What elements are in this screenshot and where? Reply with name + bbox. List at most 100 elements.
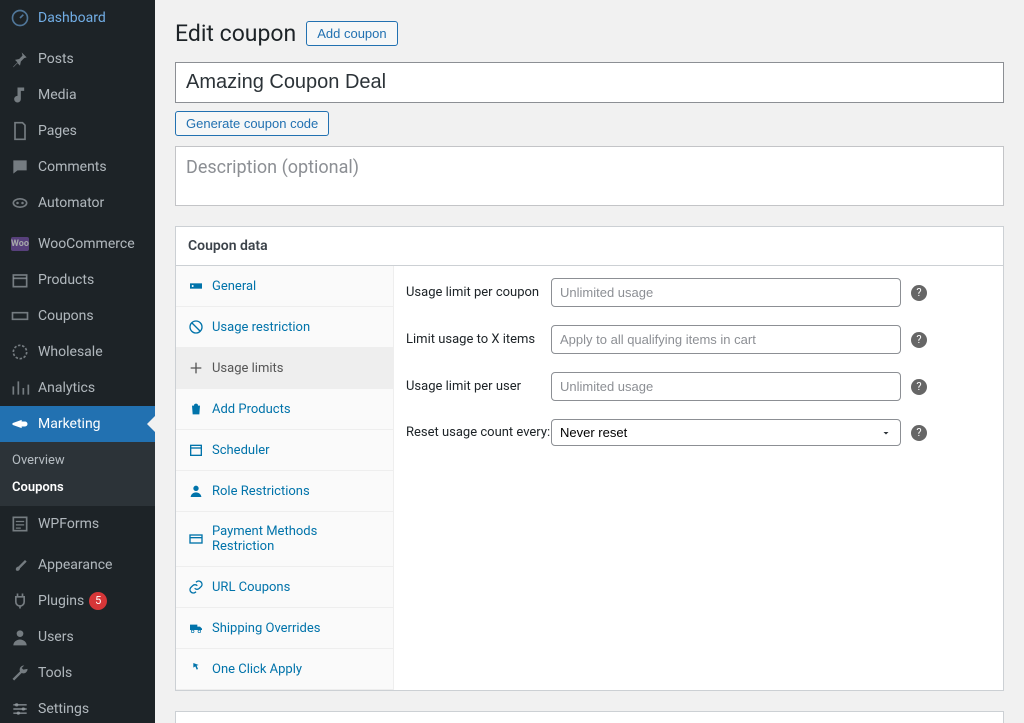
user-icon — [10, 627, 30, 647]
tab-usage-limits[interactable]: Usage limits — [176, 348, 393, 389]
sidebar-item-woocommerce[interactable]: Woo WooCommerce — [0, 226, 155, 262]
tab-label: Role Restrictions — [212, 484, 310, 499]
sidebar-label: WooCommerce — [38, 236, 135, 252]
sidebar-item-marketing[interactable]: Marketing — [0, 406, 155, 442]
ban-icon — [188, 319, 204, 335]
sidebar-label: Settings — [38, 701, 89, 717]
sidebar-item-settings[interactable]: Settings — [0, 691, 155, 723]
calendar-icon — [188, 442, 204, 458]
usage-limit-per-coupon-input[interactable] — [551, 278, 901, 307]
sidebar-sub-overview[interactable]: Overview — [0, 447, 155, 474]
usage-limits-icon — [188, 360, 204, 376]
sidebar-item-posts[interactable]: Posts — [0, 41, 155, 77]
sidebar-item-wpforms[interactable]: WPForms — [0, 506, 155, 542]
sidebar-item-pages[interactable]: Pages — [0, 113, 155, 149]
tab-label: Add Products — [212, 402, 291, 417]
sidebar-label: Users — [38, 629, 74, 645]
reset-usage-count-label: Reset usage count every: — [406, 425, 551, 440]
sidebar-item-users[interactable]: Users — [0, 619, 155, 655]
help-icon[interactable]: ? — [911, 285, 927, 301]
automator-icon — [10, 193, 30, 213]
sidebar-label: Analytics — [38, 380, 95, 396]
sidebar-label: WPForms — [38, 516, 99, 532]
truck-icon — [188, 620, 204, 636]
tab-payment-methods[interactable]: Payment Methods Restriction — [176, 512, 393, 567]
coupon-description-input[interactable]: Description (optional) — [175, 146, 1004, 206]
pin-icon — [10, 49, 30, 69]
help-icon[interactable]: ? — [911, 332, 927, 348]
coupon-data-heading: Coupon data — [176, 227, 1003, 266]
sidebar-label: Media — [38, 87, 77, 103]
sidebar-label: Plugins — [38, 593, 84, 609]
coupon-data-panel: Coupon data General Usage restriction Us… — [175, 226, 1004, 691]
tab-general[interactable]: General — [176, 266, 393, 307]
plugins-update-badge: 5 — [89, 592, 107, 610]
sidebar-item-dashboard[interactable]: Dashboard — [0, 0, 155, 36]
analytics-icon — [10, 378, 30, 398]
tab-add-products[interactable]: Add Products — [176, 389, 393, 430]
sidebar-item-analytics[interactable]: Analytics — [0, 370, 155, 406]
sidebar-label: Products — [38, 272, 94, 288]
tab-usage-restriction[interactable]: Usage restriction — [176, 307, 393, 348]
limit-usage-x-items-label: Limit usage to X items — [406, 332, 551, 347]
card-icon — [188, 531, 204, 547]
main-content: Edit coupon Add coupon Generate coupon c… — [155, 0, 1024, 723]
coupon-title-input[interactable] — [175, 62, 1004, 103]
wpforms-icon — [10, 514, 30, 534]
sidebar-label: Automator — [38, 195, 104, 211]
help-icon[interactable]: ? — [911, 379, 927, 395]
sidebar-item-media[interactable]: Media — [0, 77, 155, 113]
reset-usage-count-select[interactable]: Never reset — [551, 419, 901, 446]
sidebar-label: Tools — [38, 665, 72, 681]
add-coupon-button[interactable]: Add coupon — [306, 21, 397, 46]
products-icon — [10, 270, 30, 290]
usage-limit-per-user-input[interactable] — [551, 372, 901, 401]
admin-sidebar: Dashboard Posts Media Pages Comments Aut… — [0, 0, 155, 723]
sidebar-label: Posts — [38, 51, 74, 67]
tab-label: Scheduler — [212, 443, 270, 458]
comment-icon — [10, 157, 30, 177]
coupon-data-tabs: General Usage restriction Usage limits A… — [176, 266, 394, 690]
sidebar-item-tools[interactable]: Tools — [0, 655, 155, 691]
limit-usage-x-items-input[interactable] — [551, 325, 901, 354]
tab-label: Shipping Overrides — [212, 621, 320, 636]
sidebar-item-wholesale[interactable]: Wholesale — [0, 334, 155, 370]
sidebar-label: Pages — [38, 123, 77, 139]
settings-icon — [10, 699, 30, 719]
usage-limit-per-user-label: Usage limit per user — [406, 379, 551, 394]
tab-shipping-overrides[interactable]: Shipping Overrides — [176, 608, 393, 649]
tab-one-click-apply[interactable]: One Click Apply — [176, 649, 393, 690]
sidebar-sub-coupons[interactable]: Coupons — [0, 474, 155, 501]
generate-coupon-code-button[interactable]: Generate coupon code — [175, 111, 329, 136]
general-icon — [188, 278, 204, 294]
cart-conditions-panel: Cart Conditions — [175, 711, 1004, 723]
tab-label: Usage limits — [212, 361, 283, 376]
plugin-icon — [10, 591, 30, 611]
help-icon[interactable]: ? — [911, 425, 927, 441]
sidebar-label: Wholesale — [38, 344, 103, 360]
tab-role-restrictions[interactable]: Role Restrictions — [176, 471, 393, 512]
woocommerce-icon: Woo — [10, 234, 30, 254]
megaphone-icon — [10, 414, 30, 434]
sidebar-item-products[interactable]: Products — [0, 262, 155, 298]
sidebar-item-automator[interactable]: Automator — [0, 185, 155, 221]
wrench-icon — [10, 663, 30, 683]
usage-limits-fields: Usage limit per coupon ? Limit usage to … — [394, 266, 1003, 690]
sidebar-item-plugins[interactable]: Plugins 5 — [0, 583, 155, 619]
dashboard-icon — [10, 8, 30, 28]
sidebar-item-appearance[interactable]: Appearance — [0, 547, 155, 583]
sidebar-label: Appearance — [38, 557, 112, 573]
tab-url-coupons[interactable]: URL Coupons — [176, 567, 393, 608]
link-icon — [188, 579, 204, 595]
tab-label: One Click Apply — [212, 662, 302, 677]
person-icon — [188, 483, 204, 499]
tab-scheduler[interactable]: Scheduler — [176, 430, 393, 471]
tab-label: Usage restriction — [212, 320, 310, 335]
brush-icon — [10, 555, 30, 575]
sidebar-submenu-marketing: Overview Coupons — [0, 442, 155, 506]
sidebar-item-comments[interactable]: Comments — [0, 149, 155, 185]
ticket-icon — [10, 306, 30, 326]
wholesale-icon — [10, 342, 30, 362]
cart-conditions-heading: Cart Conditions — [176, 712, 1003, 723]
sidebar-item-coupons[interactable]: Coupons — [0, 298, 155, 334]
